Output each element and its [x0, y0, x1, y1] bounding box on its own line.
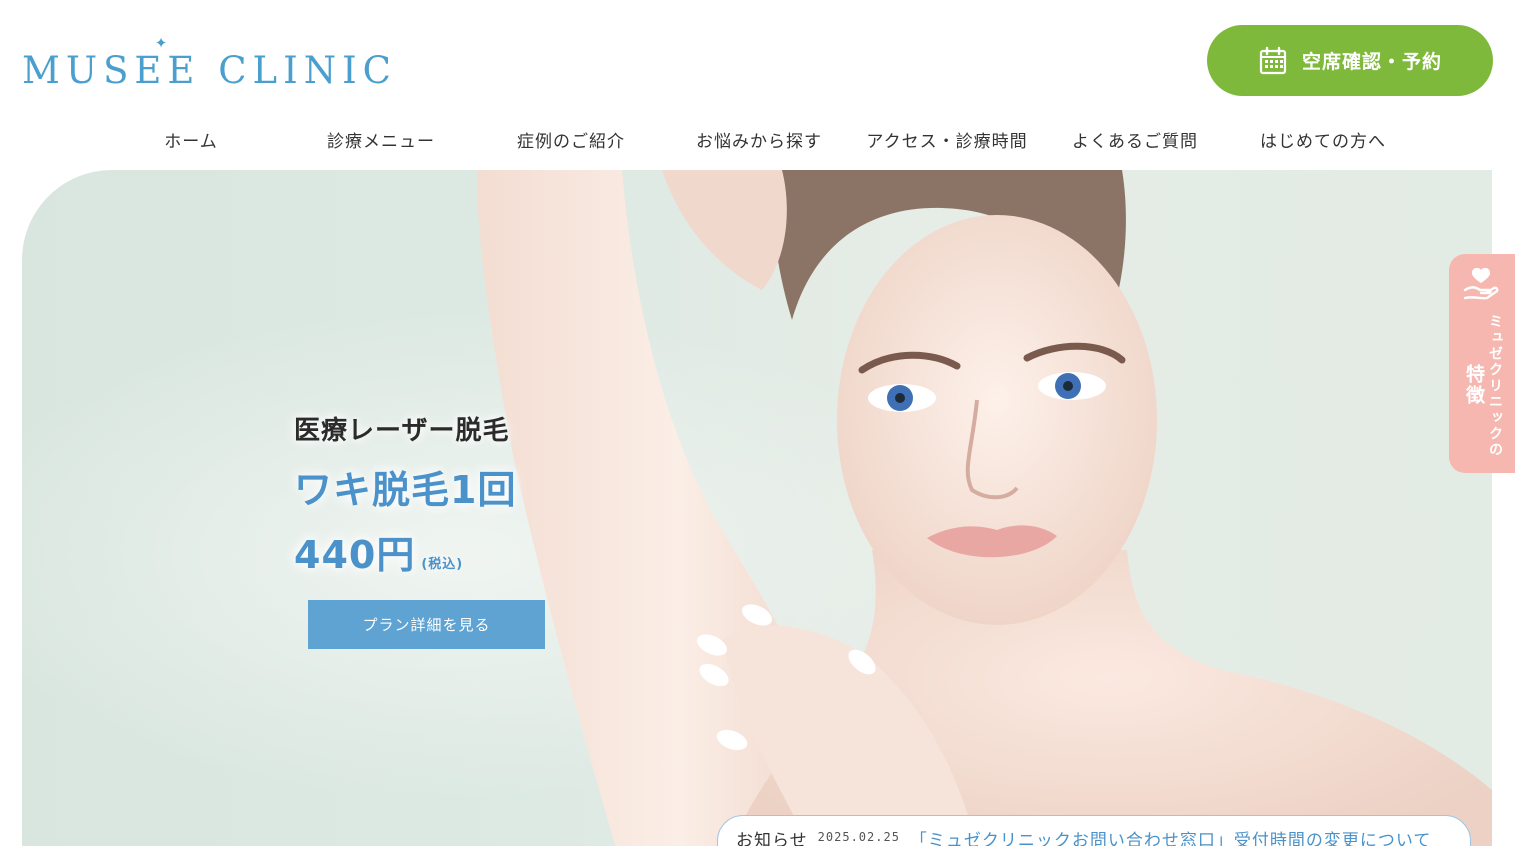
- reserve-button[interactable]: 空席確認・予約: [1207, 25, 1493, 96]
- nav-item-first-time[interactable]: はじめての方へ: [1228, 122, 1418, 162]
- hero-copy: 医療レーザー脱毛 ワキ脱毛1回 440円 (税込): [294, 410, 654, 579]
- hero-banner: 医療レーザー脱毛 ワキ脱毛1回 440円 (税込) プラン詳細を見る: [22, 170, 1492, 846]
- hero-tax-note: (税込): [421, 557, 464, 572]
- news-date: 2025.02.25: [817, 830, 900, 844]
- calendar-icon: [1259, 46, 1287, 74]
- features-side-tab[interactable]: ミュゼクリニックの 特徴: [1449, 254, 1515, 473]
- hero-price: 440円: [294, 533, 416, 577]
- main-nav: ホーム 診療メニュー 症例のご紹介 お悩みから探す アクセス・診療時間 よくある…: [96, 122, 1416, 162]
- hero-model-image: [22, 170, 1492, 846]
- side-tab-line1: ミュゼクリニックの: [1487, 314, 1503, 458]
- hero-price-row: 440円 (税込): [294, 524, 654, 579]
- nav-item-access[interactable]: アクセス・診療時間: [852, 122, 1042, 162]
- plan-details-button[interactable]: プラン詳細を見る: [308, 600, 545, 649]
- logo-text: MUSEE CLINIC: [22, 49, 397, 92]
- nav-item-menu[interactable]: 診療メニュー: [286, 122, 476, 162]
- hero-kicker: 医療レーザー脱毛: [294, 416, 510, 446]
- side-tab-line2: 特徴: [1463, 364, 1485, 406]
- nav-item-home[interactable]: ホーム: [96, 122, 286, 162]
- clinic-logo[interactable]: ✦ MUSEE CLINIC: [22, 34, 422, 92]
- news-title-link[interactable]: 「ミュゼクリニックお問い合わせ窓口」受付時間の変更について: [910, 826, 1432, 846]
- news-ticker: お知らせ 2025.02.25 「ミュゼクリニックお問い合わせ窓口」受付時間の変…: [717, 815, 1471, 846]
- reserve-label: 空席確認・予約: [1301, 51, 1442, 73]
- nav-item-faq[interactable]: よくあるご質問: [1042, 122, 1228, 162]
- hero-headline: ワキ脱毛1回: [294, 468, 517, 512]
- nav-item-concerns[interactable]: お悩みから探す: [666, 122, 852, 162]
- nav-item-cases[interactable]: 症例のご紹介: [476, 122, 666, 162]
- sparkle-star-icon: ✦: [154, 34, 168, 52]
- heart-hand-icon: [1463, 267, 1499, 300]
- news-label: お知らせ: [736, 831, 808, 846]
